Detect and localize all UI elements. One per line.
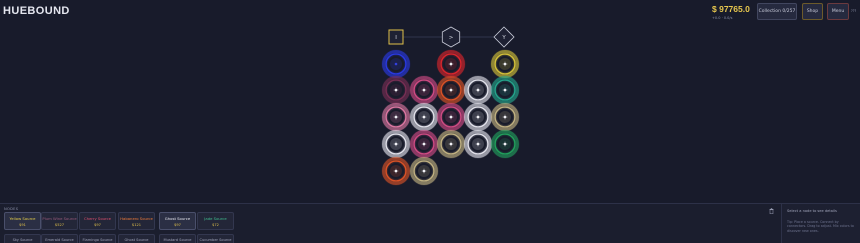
shop-button[interactable]: Shop bbox=[802, 3, 823, 20]
node-card-name: Cherry Source bbox=[84, 216, 111, 221]
node-card-name: Plum Wine Source bbox=[42, 216, 77, 221]
node-card-name: Habanero Source bbox=[120, 216, 153, 221]
node-card[interactable]: Jade Source $72 bbox=[197, 212, 234, 230]
node-card-name: Jade Source bbox=[204, 216, 227, 221]
game-title: HUEBOUND bbox=[3, 5, 70, 17]
color-node-pink[interactable] bbox=[436, 102, 466, 132]
color-node-white[interactable] bbox=[463, 102, 493, 132]
nodes-label: NODES bbox=[4, 207, 19, 211]
color-node-plum[interactable] bbox=[381, 75, 411, 105]
detail-hint: Tip: Place a source. Connect by connecto… bbox=[787, 220, 854, 233]
menu-button[interactable]: Menu bbox=[827, 3, 849, 20]
node-card[interactable]: Yellow Source $91 bbox=[4, 212, 41, 230]
tool-diamond-icon[interactable]: Y bbox=[493, 26, 515, 48]
color-node-rose[interactable] bbox=[381, 102, 411, 132]
node-card-price: $97 bbox=[94, 223, 101, 227]
detail-title: Select a node to see details bbox=[787, 209, 837, 213]
money-display: $ 97765.0 +0.0 · 0.0/s bbox=[712, 4, 750, 20]
color-node-khaki[interactable] bbox=[490, 102, 520, 132]
node-card-price: $97 bbox=[174, 223, 181, 227]
node-card-price: $121 bbox=[131, 223, 142, 227]
game-board: I > Y bbox=[381, 26, 520, 186]
tool-hexagon-icon[interactable]: > bbox=[441, 26, 461, 48]
color-node-pink[interactable] bbox=[409, 129, 439, 159]
tool-square-icon[interactable]: I bbox=[388, 29, 404, 45]
color-node-orange[interactable] bbox=[381, 156, 411, 186]
node-card[interactable]: Cherry Source $97 bbox=[79, 212, 116, 230]
color-node-white[interactable] bbox=[381, 129, 411, 159]
bottom-panel: NODES Yellow Source $91 Plum Wine Source $5… bbox=[0, 203, 860, 243]
money-rate: +0.0 · 0.0/s bbox=[712, 16, 733, 20]
color-node-khaki[interactable] bbox=[436, 129, 466, 159]
color-node-blue[interactable] bbox=[381, 49, 411, 79]
color-node-khaki[interactable] bbox=[409, 156, 439, 186]
node-card-name: Yellow Source bbox=[9, 216, 36, 221]
node-card[interactable]: Habanero Source $121 bbox=[118, 212, 155, 230]
node-card-name: Ghost Source bbox=[164, 216, 191, 221]
color-node-orange[interactable] bbox=[436, 75, 466, 105]
node-card-price: $91 bbox=[19, 223, 26, 227]
color-node-yellow[interactable] bbox=[490, 49, 520, 79]
detail-panel: Select a node to see details Tip: Place … bbox=[781, 204, 860, 243]
color-node-pink[interactable] bbox=[409, 75, 439, 105]
color-node-red[interactable] bbox=[436, 49, 466, 79]
collection-button[interactable]: Collection 0/257 bbox=[757, 3, 797, 20]
tool-hexagon-glyph: > bbox=[449, 35, 454, 41]
node-card-price: $527 bbox=[54, 223, 65, 227]
color-node-white[interactable] bbox=[409, 102, 439, 132]
color-node-white[interactable] bbox=[463, 129, 493, 159]
color-node-teal[interactable] bbox=[490, 75, 520, 105]
node-card-price: $72 bbox=[212, 223, 219, 227]
node-card[interactable]: Plum Wine Source $527 bbox=[41, 212, 78, 230]
node-card[interactable]: Ghost Source $97 bbox=[159, 212, 196, 230]
color-node-green[interactable] bbox=[490, 129, 520, 159]
trash-icon[interactable] bbox=[769, 208, 774, 214]
money-amount: $ 97765.0 bbox=[712, 4, 750, 14]
corner-text: ??? bbox=[851, 9, 857, 13]
node-core-icon bbox=[394, 62, 398, 66]
tool-diamond-glyph: Y bbox=[501, 35, 506, 41]
color-node-white[interactable] bbox=[463, 75, 493, 105]
